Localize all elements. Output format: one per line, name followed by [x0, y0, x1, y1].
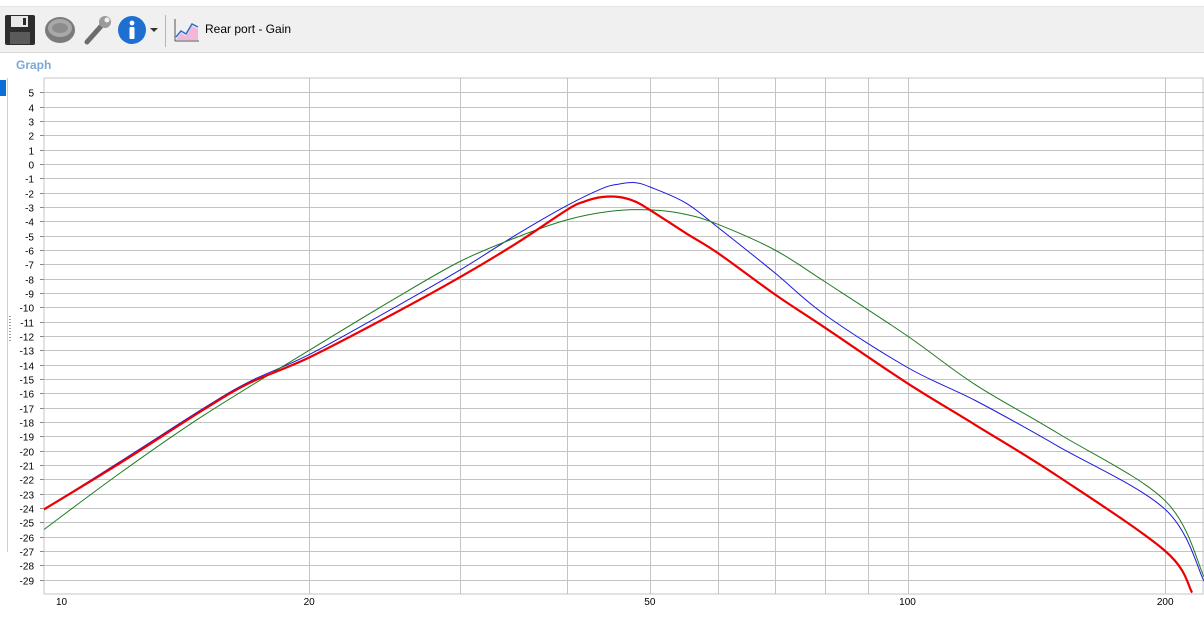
y-tick-label: 1 [28, 147, 34, 158]
y-tick-label: 2 [28, 132, 34, 143]
y-tick-label: -6 [25, 247, 34, 258]
y-tick-label: 4 [28, 104, 34, 115]
y-tick-label: -24 [20, 505, 35, 516]
series-line-2 [44, 195, 1194, 594]
y-tick-label: -14 [20, 362, 35, 373]
y-tick-label: -2 [25, 190, 34, 201]
series-layer [44, 182, 1204, 594]
y-tick-label: -7 [25, 261, 34, 272]
x-tick-label: 20 [304, 597, 316, 608]
y-tick-label: -17 [20, 405, 35, 416]
x-tick-label: 10 [56, 597, 68, 608]
gain-chart[interactable]: 543210-1-2-3-4-5-6-7-8-9-10-11-12-13-14-… [0, 0, 1204, 620]
y-tick-label: 5 [28, 89, 34, 100]
y-tick-label: -27 [20, 548, 35, 559]
y-tick-label: -11 [20, 319, 34, 330]
y-tick-label: -23 [20, 491, 35, 502]
y-tick-label: -10 [20, 304, 35, 315]
y-tick-label: -8 [25, 276, 34, 287]
y-tick-label: -21 [20, 462, 35, 473]
y-tick-label: -18 [20, 419, 35, 430]
x-tick-label: 50 [644, 597, 656, 608]
y-tick-label: -28 [20, 562, 35, 573]
y-tick-label: -22 [20, 476, 35, 487]
series-line-0 [44, 182, 1204, 582]
y-tick-label: 0 [28, 161, 34, 172]
x-tick-label: 200 [1157, 597, 1174, 608]
y-tick-label: -29 [20, 577, 35, 588]
y-tick-label: -20 [20, 448, 35, 459]
y-tick-label: -16 [20, 390, 35, 401]
y-tick-label: -25 [20, 519, 35, 530]
axis-layer: 543210-1-2-3-4-5-6-7-8-9-10-11-12-13-14-… [20, 89, 1174, 609]
y-tick-label: -5 [25, 233, 34, 244]
y-tick-label: -3 [25, 204, 34, 215]
x-tick-label: 100 [899, 597, 916, 608]
y-tick-label: -9 [25, 290, 34, 301]
y-tick-label: 3 [28, 118, 34, 129]
grid-layer [43, 77, 1204, 595]
y-tick-label: -12 [20, 333, 35, 344]
y-tick-label: -1 [25, 175, 34, 186]
y-tick-label: -15 [20, 376, 35, 387]
y-tick-label: -13 [20, 347, 35, 358]
y-tick-label: -19 [20, 433, 35, 444]
y-tick-label: -26 [20, 534, 35, 545]
y-tick-label: -4 [25, 218, 34, 229]
